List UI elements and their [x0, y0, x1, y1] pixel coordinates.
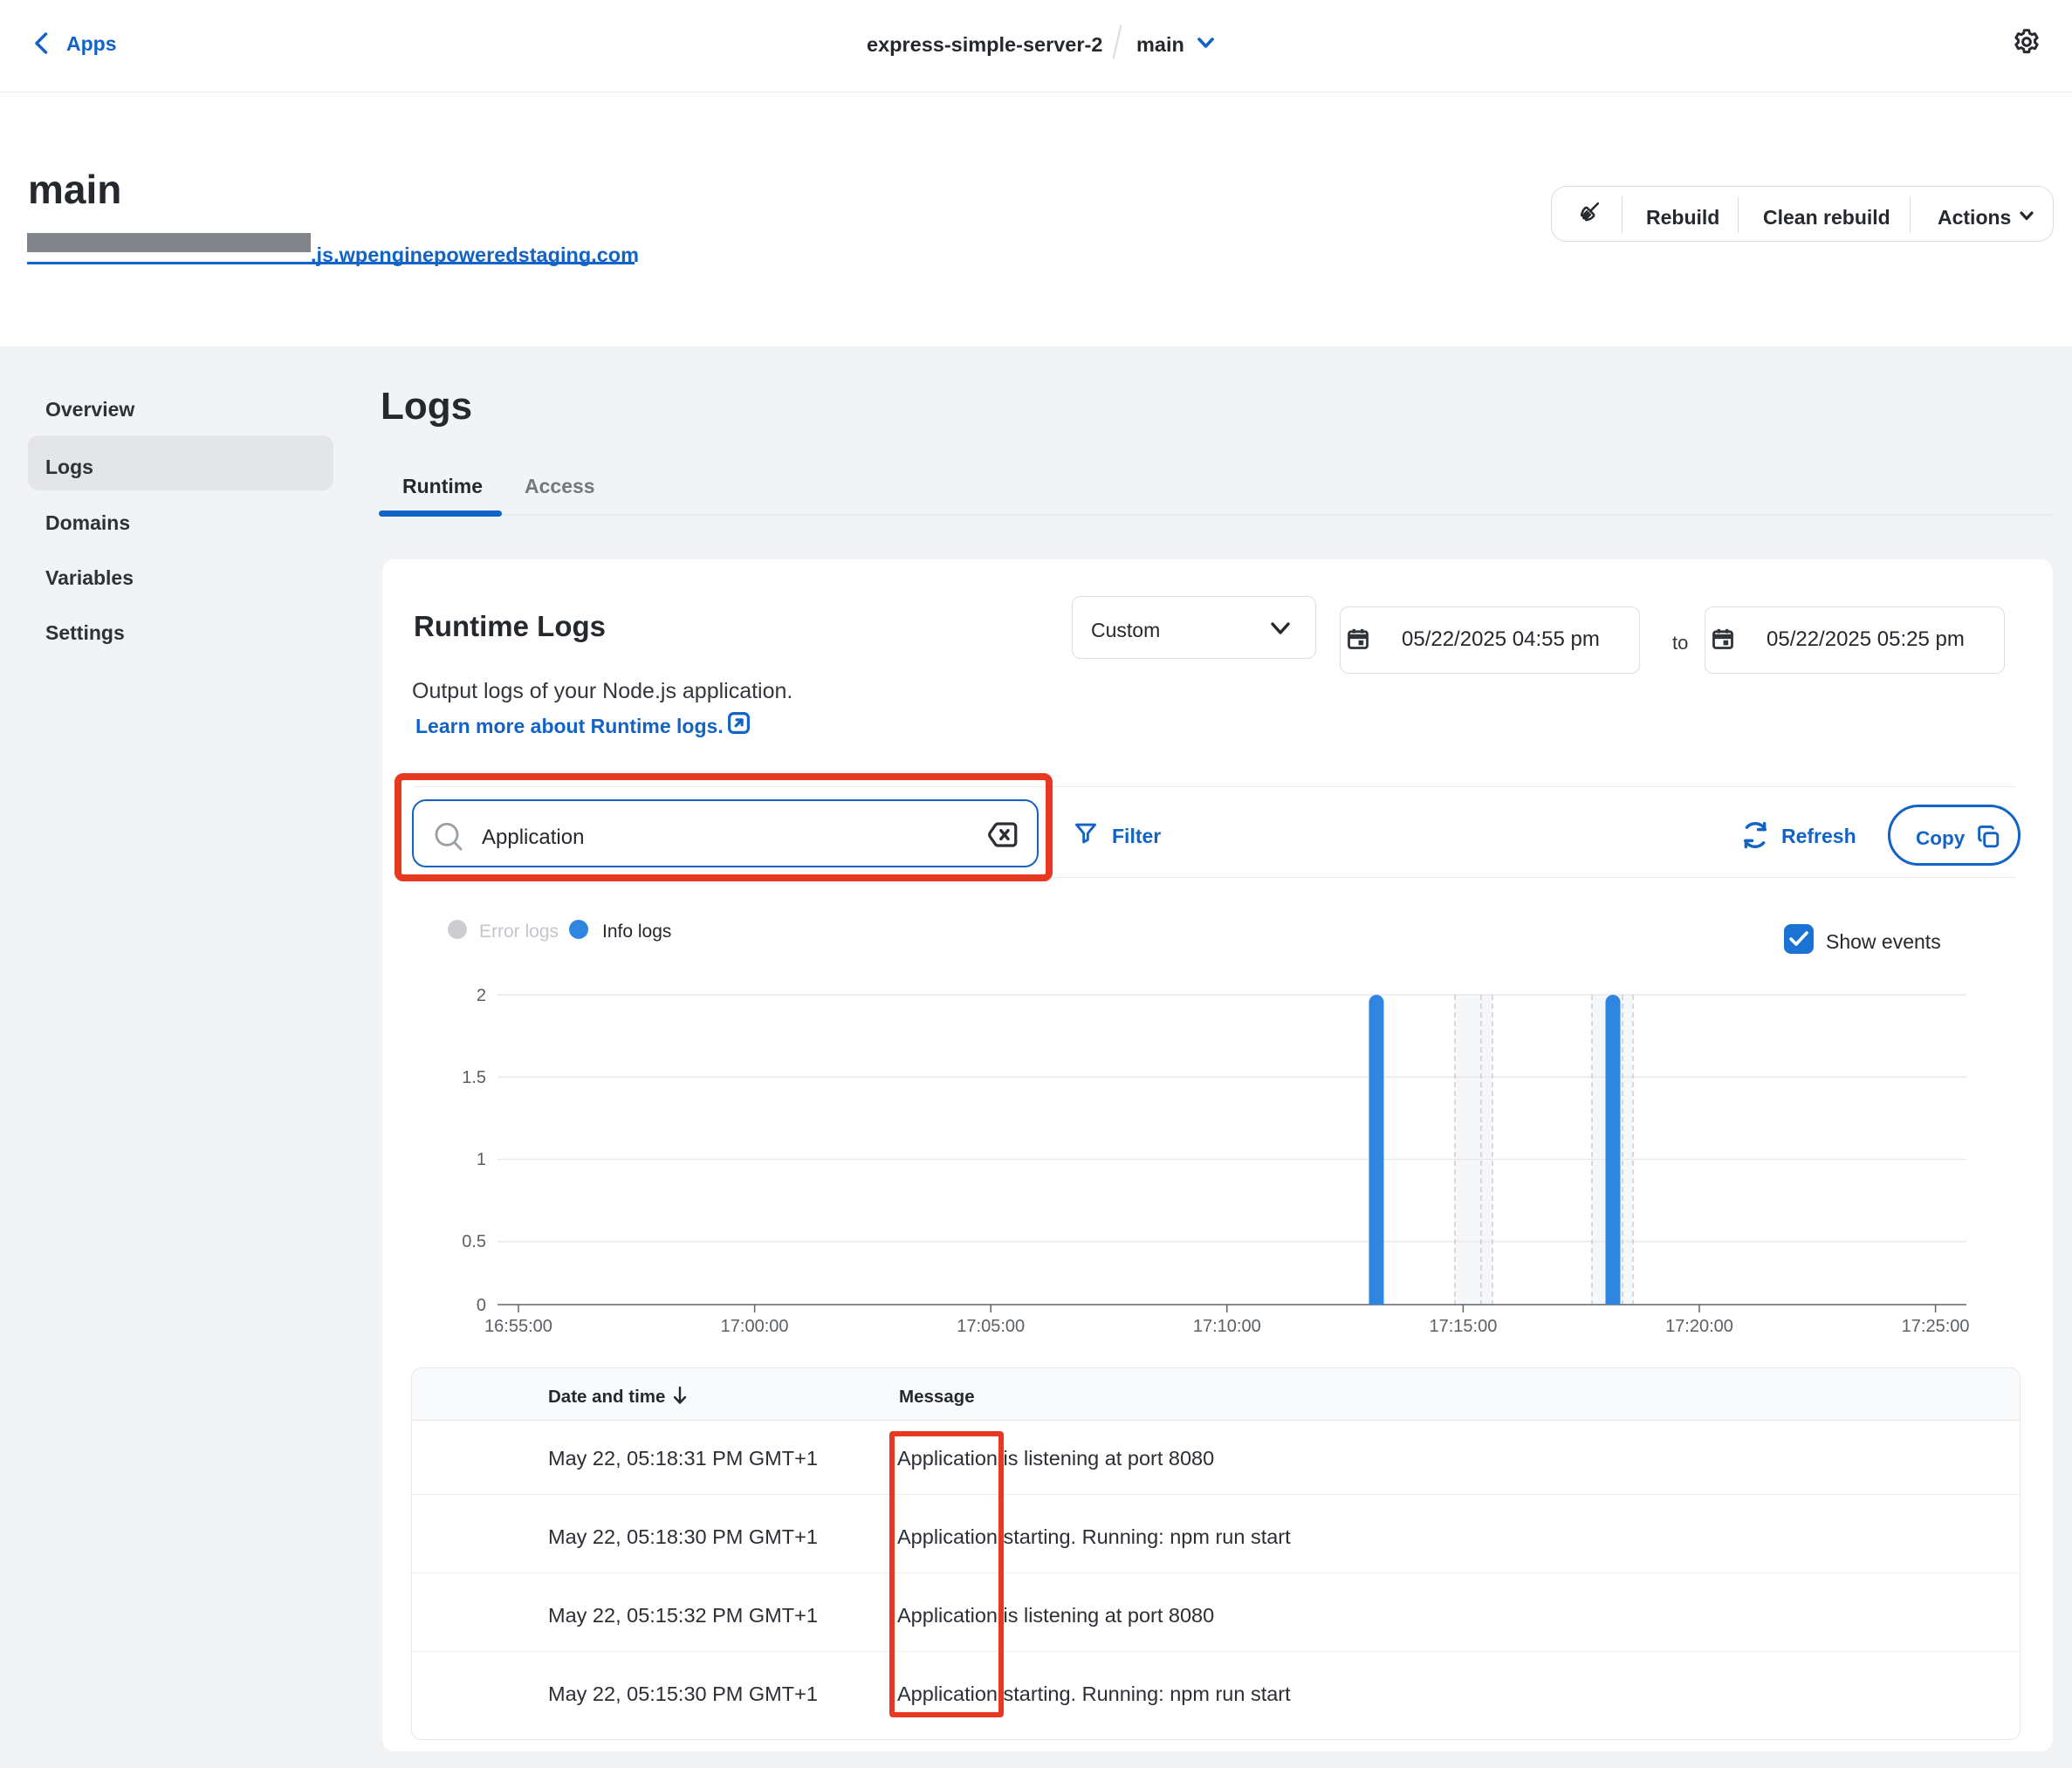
svg-text:2: 2 [477, 986, 486, 1005]
svg-text:0: 0 [477, 1296, 486, 1315]
svg-text:17:15:00: 17:15:00 [1429, 1317, 1497, 1336]
svg-text:17:10:00: 17:10:00 [1193, 1317, 1261, 1336]
svg-text:0.5: 0.5 [462, 1232, 486, 1251]
svg-text:17:00:00: 17:00:00 [721, 1317, 789, 1336]
svg-text:17:20:00: 17:20:00 [1665, 1317, 1733, 1336]
svg-text:17:05:00: 17:05:00 [957, 1317, 1025, 1336]
svg-text:1: 1 [477, 1150, 486, 1169]
svg-text:17:25:00: 17:25:00 [1902, 1317, 1970, 1336]
svg-text:16:55:00: 16:55:00 [484, 1317, 552, 1336]
svg-text:1.5: 1.5 [462, 1068, 486, 1087]
